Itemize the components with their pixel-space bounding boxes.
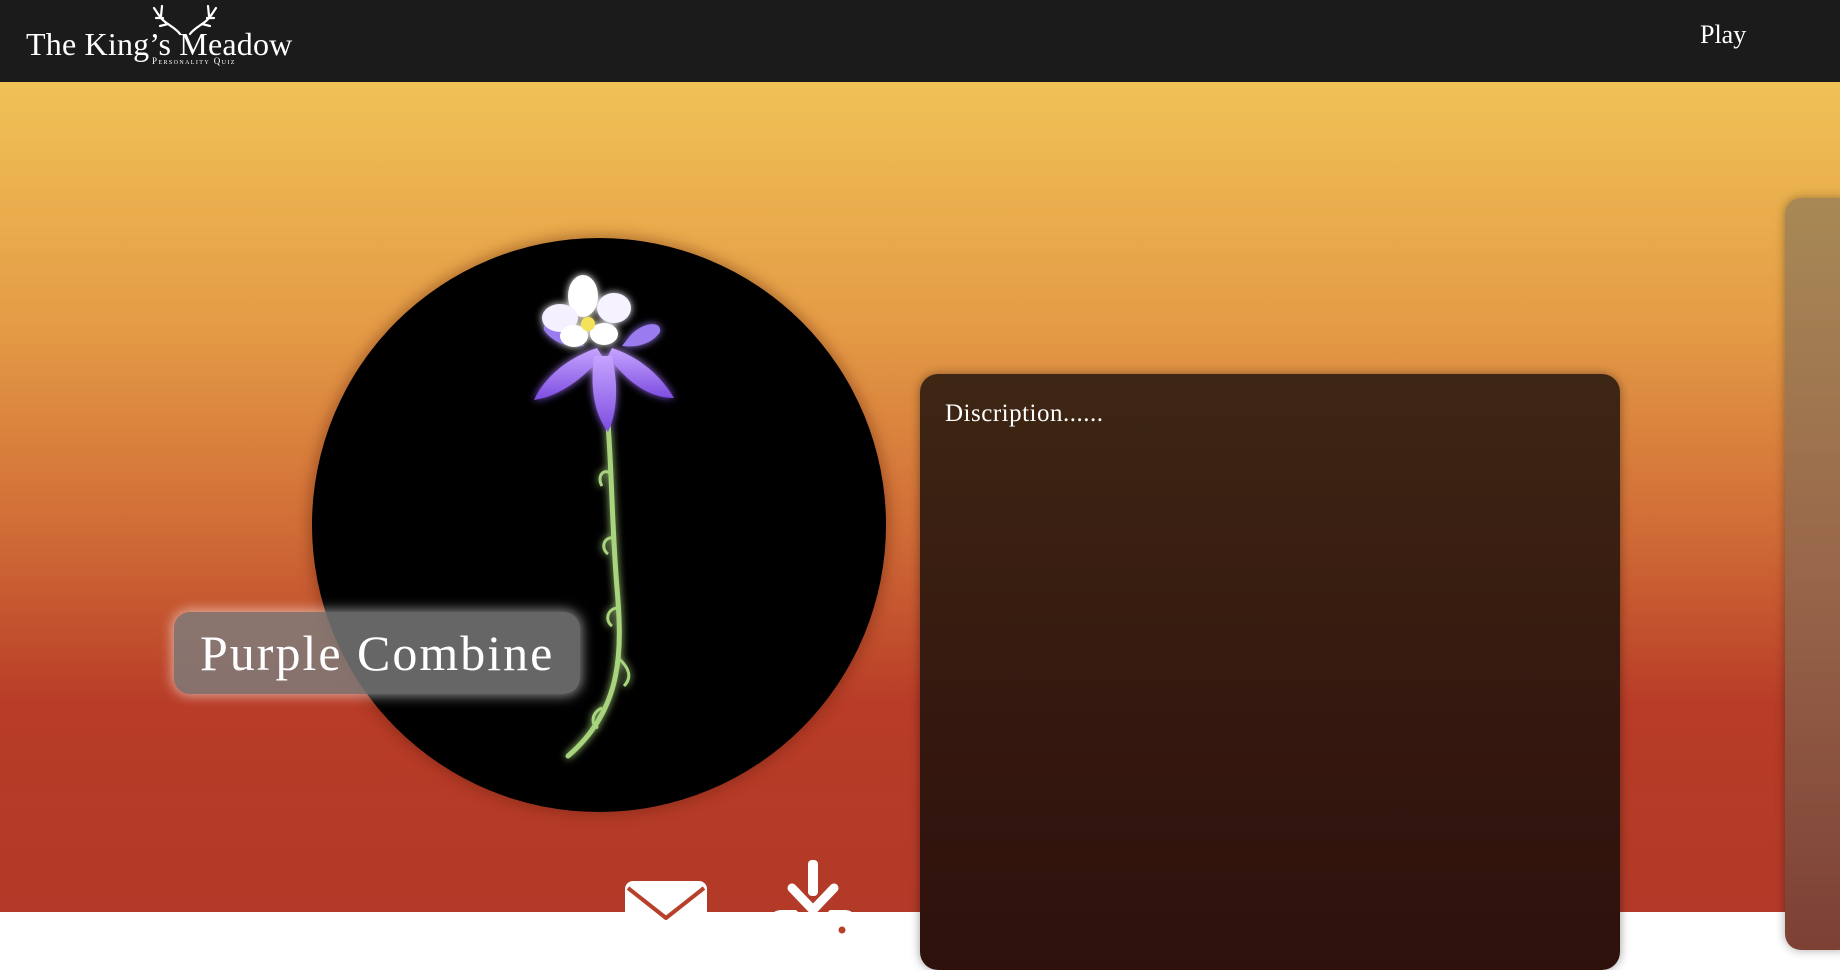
flower-image-circle <box>312 238 886 812</box>
nav-play-link[interactable]: Play <box>1700 20 1746 50</box>
top-nav-bar: The King’s Meadow Personality Quiz Play <box>0 0 1840 82</box>
next-card-peek[interactable] <box>1785 198 1840 950</box>
description-panel: Discription...... <box>920 374 1620 970</box>
download-result-button[interactable] <box>770 860 856 944</box>
logo-subtitle: Personality Quiz <box>152 56 236 66</box>
envelope-icon <box>625 881 707 943</box>
site-logo[interactable]: The King’s Meadow Personality Quiz <box>24 0 324 82</box>
flower-name-badge: Purple Combine <box>174 612 581 694</box>
download-icon <box>770 860 856 944</box>
email-result-button[interactable] <box>624 880 708 944</box>
description-text: Discription...... <box>945 400 1104 427</box>
columbine-flower-illustration <box>534 275 674 759</box>
flower-name: Purple Combine <box>200 625 555 681</box>
result-stage: Purple Combine Discription...... <box>0 82 1840 970</box>
